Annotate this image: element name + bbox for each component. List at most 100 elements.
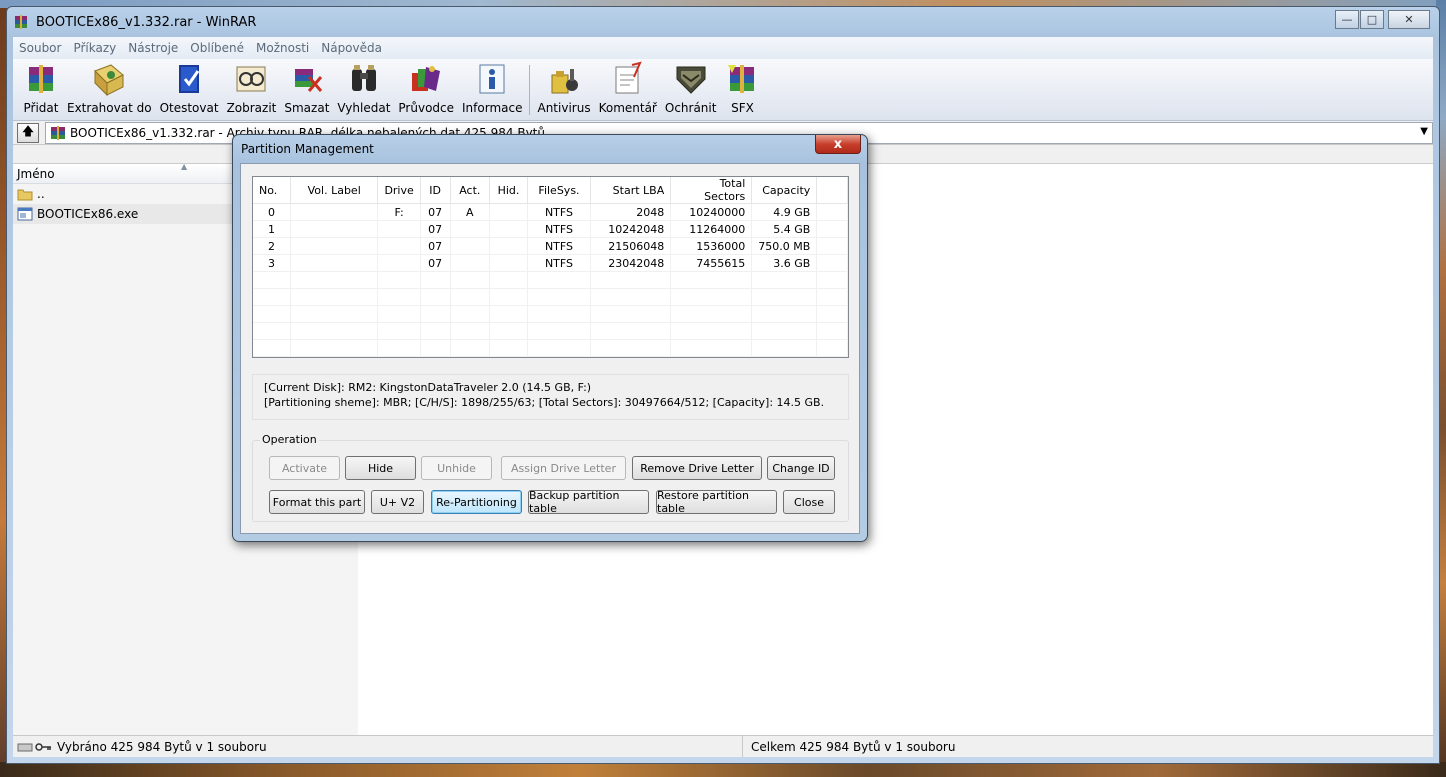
up-folder-button[interactable]: 🡅	[17, 122, 39, 143]
toolbar-info-button[interactable]: Informace	[458, 59, 526, 121]
toolbar-find-label: Vyhledat	[337, 101, 391, 115]
toolbar-antivirus-button[interactable]: Antivirus	[533, 59, 594, 121]
empty-row	[253, 271, 848, 289]
menu-prikazy[interactable]: Příkazy	[67, 41, 122, 55]
cell-act	[450, 237, 491, 255]
col-id[interactable]: ID	[420, 177, 451, 204]
address-dropdown-icon[interactable]: ▼	[1420, 126, 1428, 137]
cell-total: 7455615	[670, 254, 753, 272]
u-v2-button[interactable]: U+ V2	[371, 490, 424, 514]
folder-up-icon	[17, 189, 33, 201]
add-archive-icon	[29, 65, 53, 93]
info-icon	[479, 64, 505, 94]
close-icon: x	[833, 136, 843, 152]
cell-total: 1536000	[670, 237, 753, 255]
hide-button[interactable]: Hide	[345, 456, 416, 480]
cell-no: 2	[253, 237, 291, 255]
status-bar: Vybráno 425 984 Bytů v 1 souboru Celkem …	[13, 735, 1433, 757]
toolbar-wizard-button[interactable]: Průvodce	[394, 59, 458, 121]
dialog-title: Partition Management	[241, 142, 374, 156]
toolbar-protect-button[interactable]: Ochránit	[661, 59, 721, 121]
cell-cap: 750.0 MB	[751, 237, 818, 255]
close-icon: ✕	[1404, 13, 1414, 26]
toolbar-view-button[interactable]: Zobrazit	[223, 59, 281, 121]
toolbar: Přidat Extrahovat do Otestovat Zobrazit …	[13, 59, 1433, 121]
cell-label	[290, 220, 379, 238]
toolbar-add-button[interactable]: Přidat	[19, 59, 63, 121]
col-no[interactable]: No.	[253, 177, 291, 204]
up-arrow-icon: 🡅	[21, 124, 35, 138]
col-drive[interactable]: Drive	[377, 177, 421, 204]
menu-napoveda[interactable]: Nápověda	[315, 41, 388, 55]
toolbar-delete-button[interactable]: Smazat	[280, 59, 333, 121]
extract-icon	[94, 64, 125, 97]
toolbar-protect-label: Ochránit	[664, 101, 717, 115]
cell-act	[450, 220, 491, 238]
menu-moznosti[interactable]: Možnosti	[250, 41, 315, 55]
cell-label	[290, 254, 379, 272]
table-row[interactable]: 0 F: 07 A NTFS 2048 10240000 4.9 GB	[253, 203, 848, 221]
remove-drive-letter-button[interactable]: Remove Drive Letter	[632, 456, 762, 480]
cell-hid	[489, 203, 528, 221]
table-row[interactable]: 1 07 NTFS 10242048 11264000 5.4 GB	[253, 220, 848, 238]
activate-button[interactable]: Activate	[269, 456, 340, 480]
dialog-close-button[interactable]: x	[815, 135, 861, 154]
cell-no: 3	[253, 254, 291, 272]
cell-start: 2048	[590, 203, 672, 221]
partitioning-scheme-text: [Partitioning sheme]: MBR; [C/H/S]: 1898…	[264, 396, 825, 409]
table-row[interactable]: 2 07 NTFS 21506048 1536000 750.0 MB	[253, 237, 848, 255]
partition-table[interactable]: No. Vol. Label Drive ID Act. Hid. FileSy…	[252, 176, 849, 358]
file-name: BOOTICEx86.exe	[37, 207, 139, 221]
toolbar-wizard-label: Průvodce	[398, 101, 455, 115]
close-button[interactable]: ✕	[1388, 10, 1430, 29]
title-bar[interactable]: BOOTICEx86_v1.332.rar - WinRAR	[7, 7, 1439, 37]
unhide-button[interactable]: Unhide	[421, 456, 492, 480]
col-capacity[interactable]: Capacity	[751, 177, 818, 204]
re-partitioning-button[interactable]: Re-Partitioning	[431, 490, 522, 514]
cell-id: 07	[420, 220, 451, 238]
backup-partition-table-button[interactable]: Backup partition table	[528, 489, 649, 515]
col-start-lba[interactable]: Start LBA	[590, 177, 672, 204]
toolbar-view-label: Zobrazit	[226, 101, 277, 115]
window-title: BOOTICEx86_v1.332.rar - WinRAR	[36, 14, 257, 30]
table-row[interactable]: 3 07 NTFS 23042048 7455615 3.6 GB	[253, 254, 848, 272]
col-total-sectors[interactable]: Total Sectors	[670, 177, 753, 204]
sfx-icon	[728, 65, 755, 93]
assign-drive-letter-button[interactable]: Assign Drive Letter	[501, 456, 626, 480]
protect-icon	[676, 66, 706, 94]
toolbar-comment-button[interactable]: Komentář	[595, 59, 661, 121]
format-partition-button[interactable]: Format this part	[269, 490, 365, 514]
menu-soubor[interactable]: Soubor	[13, 41, 67, 55]
col-vol-label[interactable]: Vol. Label	[290, 177, 379, 204]
menu-nastroje[interactable]: Nástroje	[122, 41, 184, 55]
col-filesys[interactable]: FileSys.	[527, 177, 592, 204]
maximize-button[interactable]: □	[1360, 10, 1384, 29]
toolbar-find-button[interactable]: Vyhledat	[333, 59, 394, 121]
status-left: Vybráno 425 984 Bytů v 1 souboru	[13, 736, 743, 757]
toolbar-extract-button[interactable]: Extrahovat do	[63, 59, 156, 121]
toolbar-test-button[interactable]: Otestovat	[156, 59, 223, 121]
desktop-background-bottom	[0, 762, 1446, 777]
minimize-button[interactable]: —	[1335, 10, 1359, 29]
disk-info-panel: [Current Disk]: RM2: KingstonDataTravele…	[252, 374, 849, 420]
minimize-icon: —	[1341, 13, 1353, 26]
restore-partition-table-button[interactable]: Restore partition table	[656, 489, 777, 515]
col-act[interactable]: Act.	[450, 177, 491, 204]
close-dialog-button[interactable]: Close	[783, 490, 835, 514]
file-name: ..	[37, 187, 45, 201]
cell-drive	[377, 220, 421, 238]
sort-ascending-icon: ▲	[181, 162, 188, 171]
toolbar-extract-label: Extrahovat do	[67, 101, 152, 115]
antivirus-icon	[551, 69, 579, 94]
cell-drive	[377, 254, 421, 272]
change-id-button[interactable]: Change ID	[767, 456, 835, 480]
cell-cap: 3.6 GB	[751, 254, 818, 272]
winrar-app-icon	[15, 15, 27, 29]
toolbar-antivirus-label: Antivirus	[537, 101, 591, 115]
col-hid[interactable]: Hid.	[489, 177, 528, 204]
toolbar-sfx-button[interactable]: SFX	[720, 59, 764, 121]
menu-oblibene[interactable]: Oblíbené	[184, 41, 250, 55]
cell-fs: NTFS	[527, 237, 592, 255]
key-icon	[35, 742, 51, 751]
empty-row	[253, 322, 848, 340]
